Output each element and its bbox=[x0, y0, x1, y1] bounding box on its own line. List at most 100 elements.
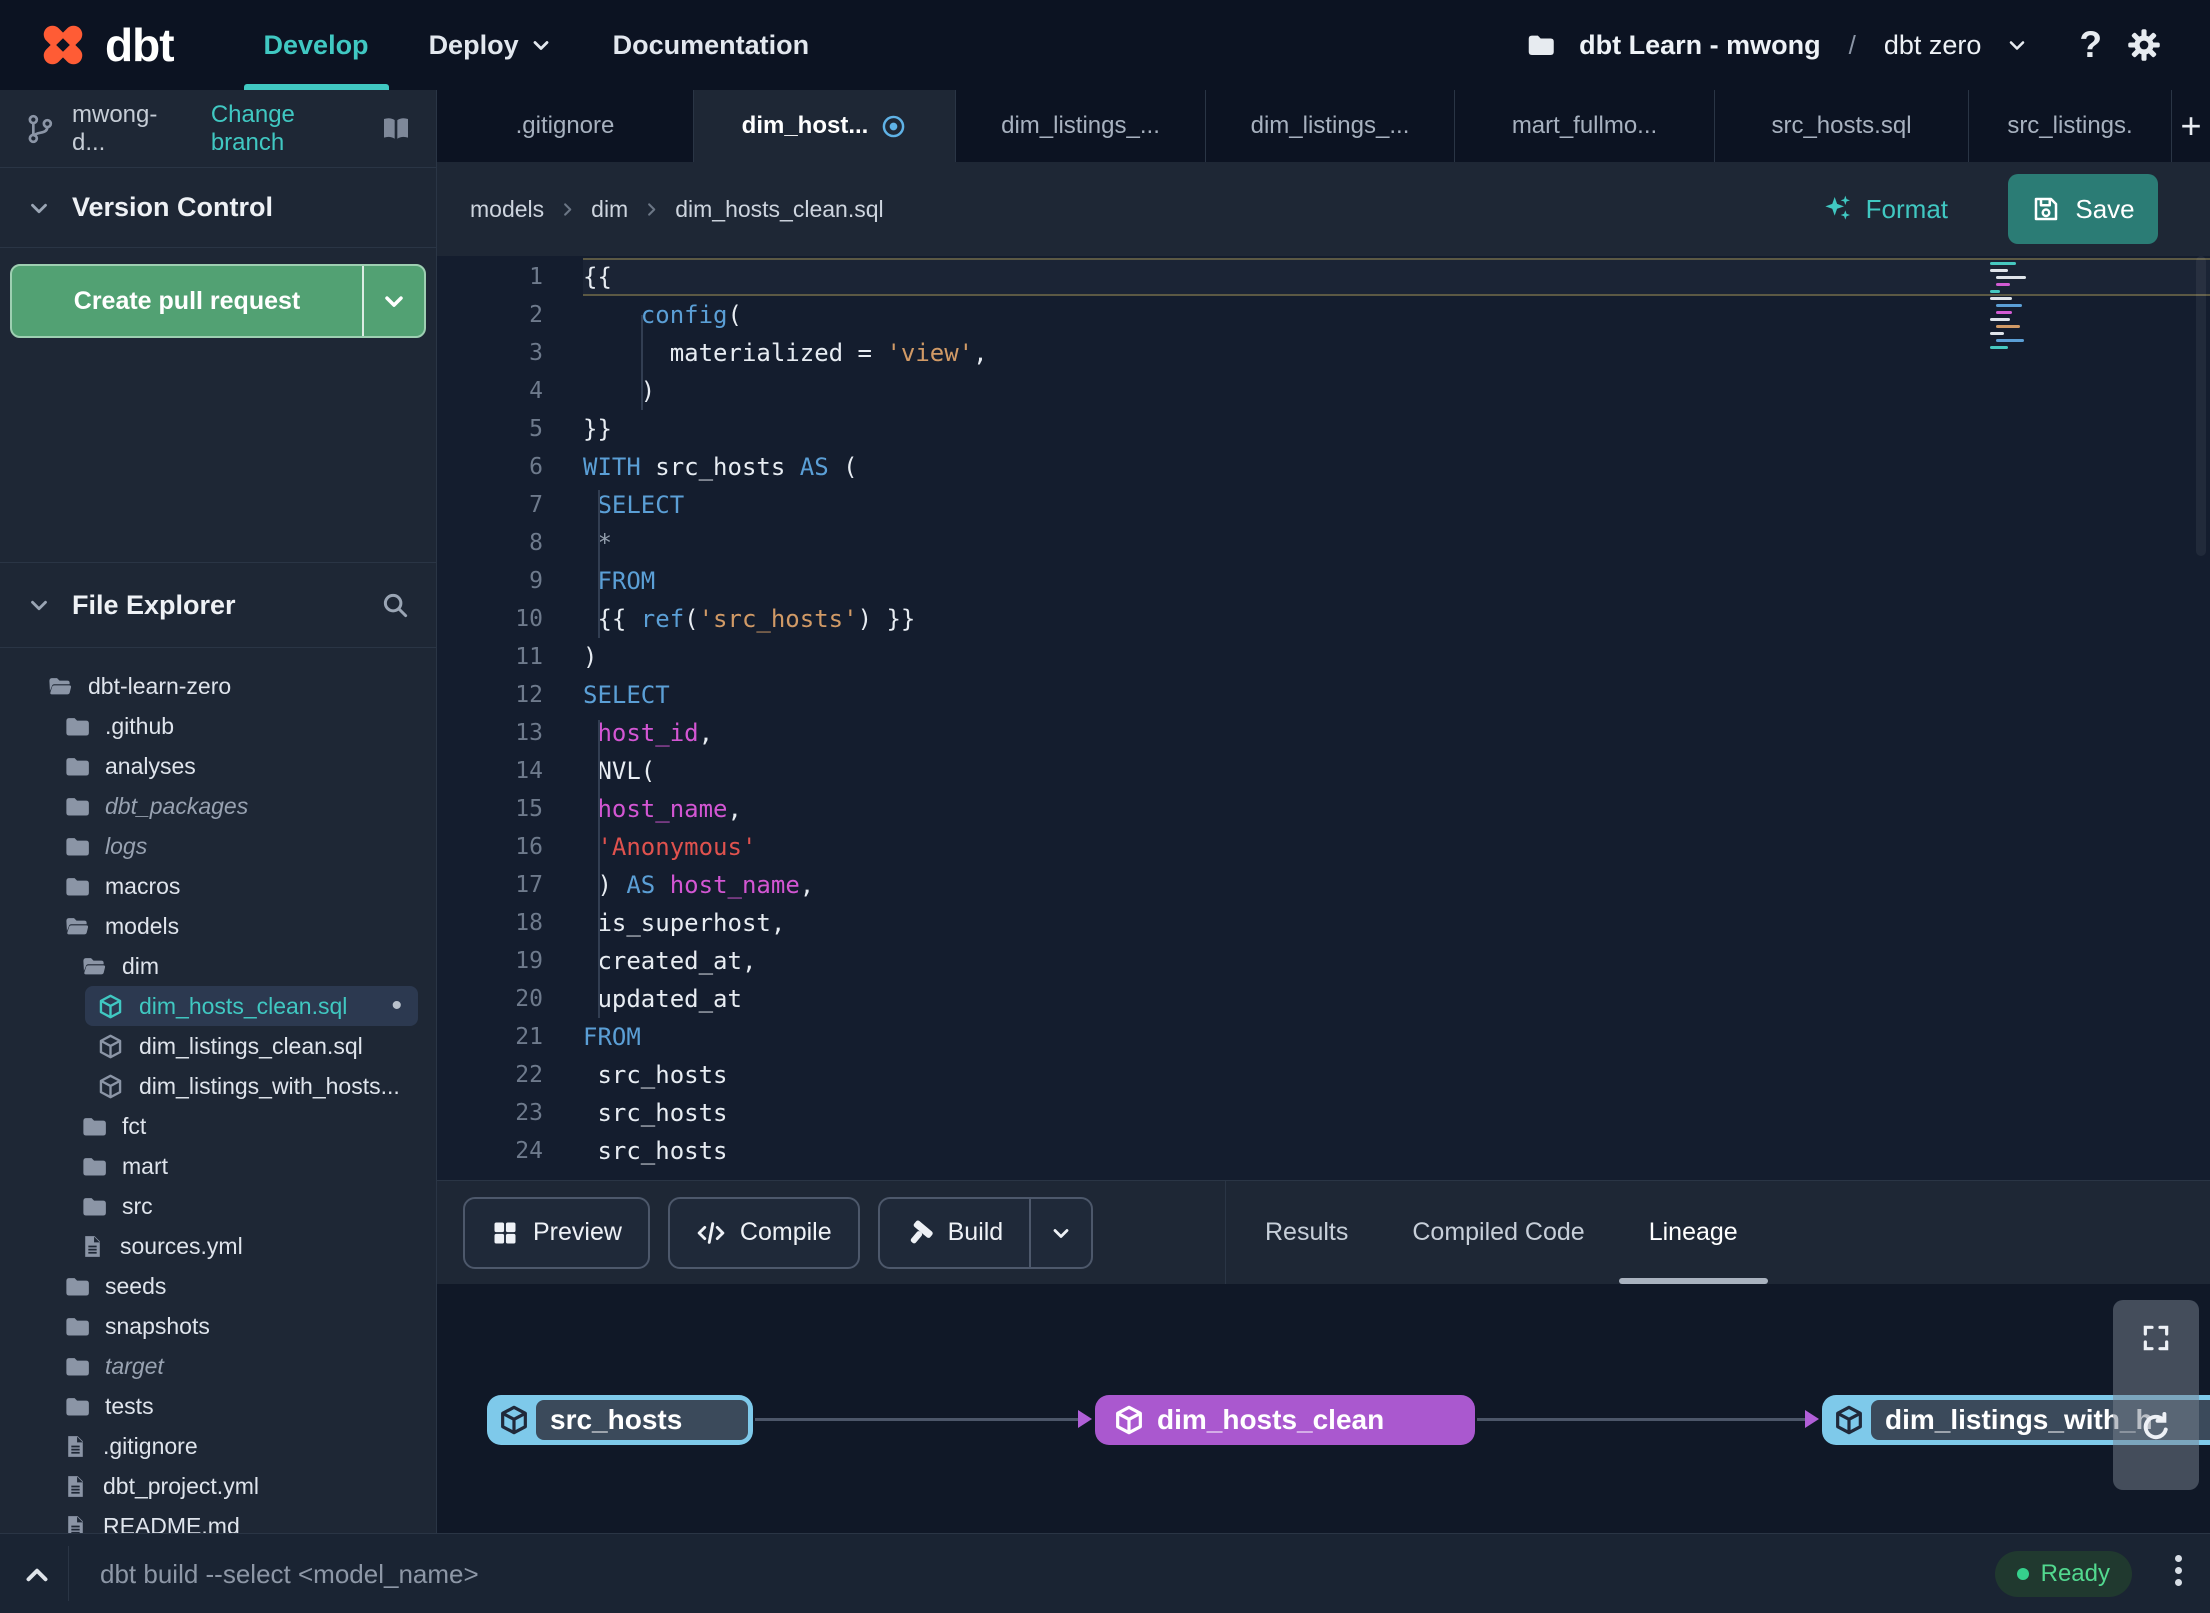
nav-item-develop[interactable]: Develop bbox=[234, 0, 399, 90]
save-button[interactable]: Save bbox=[2008, 174, 2158, 244]
tree-item-src[interactable]: src bbox=[0, 1186, 436, 1226]
tab-gitignore[interactable]: .gitignore bbox=[437, 90, 694, 162]
help-icon[interactable]: ? bbox=[2079, 24, 2102, 66]
breadcrumb-item[interactable]: dim bbox=[591, 196, 628, 223]
code-line-8[interactable]: 8 * bbox=[437, 524, 2210, 562]
tab-mart-fullmo[interactable]: mart_fullmo... bbox=[1455, 90, 1715, 162]
code-line-2[interactable]: 2 config( bbox=[437, 296, 2210, 334]
minimap[interactable] bbox=[1986, 260, 2042, 360]
code-line-9[interactable]: 9 FROM bbox=[437, 562, 2210, 600]
tree-item-dbt-packages[interactable]: dbt_packages bbox=[0, 786, 436, 826]
grid-icon bbox=[491, 1219, 519, 1247]
tree-item-analyses[interactable]: analyses bbox=[0, 746, 436, 786]
code-line-11[interactable]: 11) bbox=[437, 638, 2210, 676]
code-line-12[interactable]: 12 SELECT bbox=[437, 676, 2210, 714]
tree-item-dbt-project-yml[interactable]: dbt_project.yml bbox=[0, 1466, 436, 1506]
dbt-logo[interactable]: dbt bbox=[35, 17, 175, 73]
code-line-21[interactable]: 21 FROM bbox=[437, 1018, 2210, 1056]
tree-item-sources-yml[interactable]: sources.yml bbox=[0, 1226, 436, 1266]
change-branch-link[interactable]: Change branch bbox=[211, 101, 364, 157]
format-button[interactable]: Format bbox=[1822, 193, 1948, 225]
tree-item-fct[interactable]: fct bbox=[0, 1106, 436, 1146]
environment-chevron-down-icon[interactable] bbox=[2005, 33, 2029, 57]
fullscreen-icon[interactable] bbox=[2140, 1322, 2172, 1354]
lineage-node-dim-hosts-clean[interactable]: dim_hosts_clean bbox=[1095, 1395, 1475, 1445]
search-icon[interactable] bbox=[380, 590, 410, 620]
tree-item-mart[interactable]: mart bbox=[0, 1146, 436, 1186]
line-number: 21 bbox=[515, 1024, 543, 1050]
code-line-6[interactable]: 6 WITH src_hosts AS ( bbox=[437, 448, 2210, 486]
code-line-16[interactable]: 16 'Anonymous' bbox=[437, 828, 2210, 866]
tree-item-dim-listings-with-hosts[interactable]: dim_listings_with_hosts... bbox=[0, 1066, 436, 1106]
create-pull-request-button[interactable]: Create pull request bbox=[10, 264, 426, 338]
gear-icon[interactable] bbox=[2126, 27, 2162, 63]
tree-item-macros[interactable]: macros bbox=[0, 866, 436, 906]
build-button[interactable]: Build bbox=[877, 1196, 1094, 1269]
code-line-22[interactable]: 22 src_hosts bbox=[437, 1056, 2210, 1094]
pull-request-chevron-down-icon[interactable] bbox=[362, 266, 424, 336]
lineage-node-src-hosts[interactable]: src_hosts bbox=[487, 1395, 753, 1445]
tab-src-hosts-sql[interactable]: src_hosts.sql bbox=[1715, 90, 1969, 162]
code-line-5[interactable]: 5}} bbox=[437, 410, 2210, 448]
code-line-20[interactable]: 20 updated_at bbox=[437, 980, 2210, 1018]
code-line-1[interactable]: 1 {{ bbox=[437, 258, 2210, 296]
code-line-17[interactable]: 17 ) AS host_name, bbox=[437, 866, 2210, 904]
compile-button[interactable]: Compile bbox=[667, 1196, 860, 1269]
docs-book-icon[interactable] bbox=[380, 113, 412, 145]
code-line-4[interactable]: 4 ) bbox=[437, 372, 2210, 410]
code-editor[interactable]: 1{{2 config(3 materialized = 'view', 4 ) 5… bbox=[437, 256, 2210, 1180]
tree-item-logs[interactable]: logs bbox=[0, 826, 436, 866]
tab-dim-host[interactable]: dim_host... bbox=[694, 90, 956, 162]
tree-item-dim[interactable]: dim bbox=[0, 946, 436, 986]
kebab-menu-icon[interactable] bbox=[2175, 1555, 2182, 1586]
code-line-19[interactable]: 19 created_at, bbox=[437, 942, 2210, 980]
tab-dim-listings[interactable]: dim_listings_... bbox=[956, 90, 1206, 162]
code-line-18[interactable]: 18 is_superhost, bbox=[437, 904, 2210, 942]
tree-item-gitignore[interactable]: .gitignore bbox=[0, 1426, 436, 1466]
tab-src-listings[interactable]: src_listings. bbox=[1969, 90, 2172, 162]
code-line-10[interactable]: 10 {{ ref('src_hosts') }} bbox=[437, 600, 2210, 638]
breadcrumb-item[interactable]: models bbox=[470, 196, 544, 223]
tree-item-models[interactable]: models bbox=[0, 906, 436, 946]
panel-tab-results[interactable]: Results bbox=[1265, 1181, 1348, 1284]
folder-icon bbox=[63, 1393, 90, 1420]
breadcrumb-item[interactable]: dim_hosts_clean.sql bbox=[675, 196, 883, 223]
code-text: host_id, bbox=[597, 719, 714, 747]
tab-dim-listings[interactable]: dim_listings_... bbox=[1206, 90, 1455, 162]
project-name[interactable]: dbt Learn - mwong bbox=[1579, 30, 1820, 61]
version-control-header[interactable]: Version Control bbox=[0, 168, 436, 248]
lineage-canvas[interactable]: src_hosts dim_hosts_clean dim_listings_wit… bbox=[437, 1284, 2210, 1533]
tree-item-target[interactable]: target bbox=[0, 1346, 436, 1386]
editor-scrollbar[interactable] bbox=[2196, 256, 2206, 556]
line-number: 5 bbox=[529, 416, 543, 442]
tree-item-readme-md[interactable]: README.md bbox=[0, 1506, 436, 1533]
project-separator: / bbox=[1848, 29, 1856, 60]
code-line-7[interactable]: 7 SELECT bbox=[437, 486, 2210, 524]
code-line-3[interactable]: 3 materialized = 'view', bbox=[437, 334, 2210, 372]
code-line-24[interactable]: 24 src_hosts bbox=[437, 1132, 2210, 1170]
tree-item-dim-hosts-clean-sql[interactable]: dim_hosts_clean.sql • bbox=[85, 986, 418, 1026]
tree-item-snapshots[interactable]: snapshots bbox=[0, 1306, 436, 1346]
panel-tab-compiled-code[interactable]: Compiled Code bbox=[1412, 1181, 1584, 1284]
tree-item-dim-listings-clean-sql[interactable]: dim_listings_clean.sql bbox=[0, 1026, 436, 1066]
panel-tab-lineage[interactable]: Lineage bbox=[1618, 1181, 1768, 1284]
new-tab-button[interactable]: + bbox=[2172, 90, 2210, 162]
preview-button[interactable]: Preview bbox=[463, 1196, 650, 1269]
environment-name[interactable]: dbt zero bbox=[1884, 30, 1982, 61]
code-line-14[interactable]: 14 NVL( bbox=[437, 752, 2210, 790]
code-line-13[interactable]: 13 host_id, bbox=[437, 714, 2210, 752]
code-line-23[interactable]: 23 src_hosts bbox=[437, 1094, 2210, 1132]
line-number: 20 bbox=[515, 986, 543, 1012]
nav-item-documentation[interactable]: Documentation bbox=[583, 0, 840, 90]
tree-item-dbt-learn-zero[interactable]: dbt-learn-zero bbox=[0, 666, 436, 706]
tree-item-tests[interactable]: tests bbox=[0, 1386, 436, 1426]
refresh-icon[interactable] bbox=[2138, 1410, 2174, 1446]
command-input[interactable]: dbt build --select <model_name> bbox=[100, 1534, 479, 1613]
file-explorer-header[interactable]: File Explorer bbox=[0, 562, 436, 648]
build-chevron-down-icon[interactable] bbox=[1029, 1198, 1091, 1267]
tree-item-seeds[interactable]: seeds bbox=[0, 1266, 436, 1306]
code-line-15[interactable]: 15 host_name, bbox=[437, 790, 2210, 828]
tree-item-github[interactable]: .github bbox=[0, 706, 436, 746]
nav-item-deploy[interactable]: Deploy bbox=[399, 0, 583, 90]
chevron-up-icon[interactable] bbox=[20, 1558, 54, 1592]
